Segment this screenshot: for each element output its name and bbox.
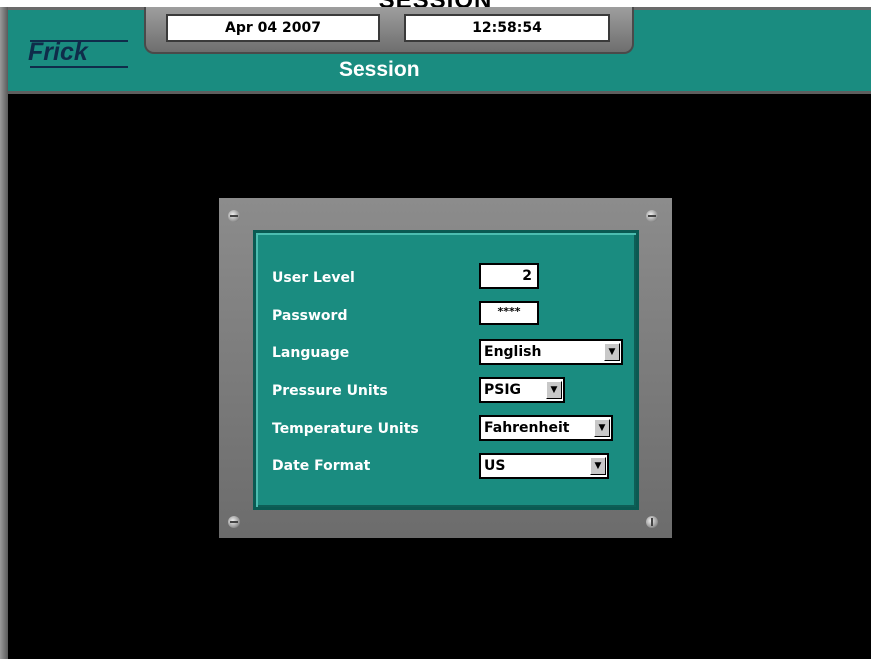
date-display: Apr 04 2007 <box>166 14 380 42</box>
date-format-select[interactable]: US ▼ <box>479 453 609 479</box>
temperature-units-select[interactable]: Fahrenheit ▼ <box>479 415 613 441</box>
screw-icon <box>646 516 658 528</box>
user-level-label: User Level <box>272 270 355 286</box>
chevron-down-icon[interactable]: ▼ <box>590 457 606 475</box>
chevron-down-icon[interactable]: ▼ <box>546 381 562 399</box>
language-select[interactable]: English ▼ <box>479 339 623 365</box>
pressure-units-select[interactable]: PSIG ▼ <box>479 377 565 403</box>
date-format-value: US <box>484 458 506 474</box>
password-label: Password <box>272 308 348 324</box>
time-display: 12:58:54 <box>404 14 610 42</box>
pressure-units-label: Pressure Units <box>272 383 388 399</box>
pressure-units-value: PSIG <box>484 382 522 398</box>
page-title: Session <box>339 58 420 81</box>
logo-rule-bottom <box>30 66 128 68</box>
session-panel: User Level 2 Password **** Language Engl… <box>219 198 672 538</box>
date-format-label: Date Format <box>272 458 371 474</box>
chevron-down-icon[interactable]: ▼ <box>594 419 610 437</box>
screw-icon <box>646 210 658 222</box>
user-level-value: 2 <box>522 268 532 284</box>
password-input[interactable]: **** <box>479 301 539 325</box>
user-level-input[interactable]: 2 <box>479 263 539 289</box>
temperature-units-label: Temperature Units <box>272 421 419 437</box>
screw-icon <box>228 210 240 222</box>
language-label: Language <box>272 345 350 361</box>
frick-logo: Frick <box>28 38 88 66</box>
frame-left-border <box>0 7 8 659</box>
language-value: English <box>484 344 542 360</box>
chevron-down-icon[interactable]: ▼ <box>604 343 620 361</box>
screw-icon <box>228 516 240 528</box>
password-value: **** <box>497 305 521 318</box>
temperature-units-value: Fahrenheit <box>484 420 570 436</box>
session-form: User Level 2 Password **** Language Engl… <box>253 230 639 510</box>
